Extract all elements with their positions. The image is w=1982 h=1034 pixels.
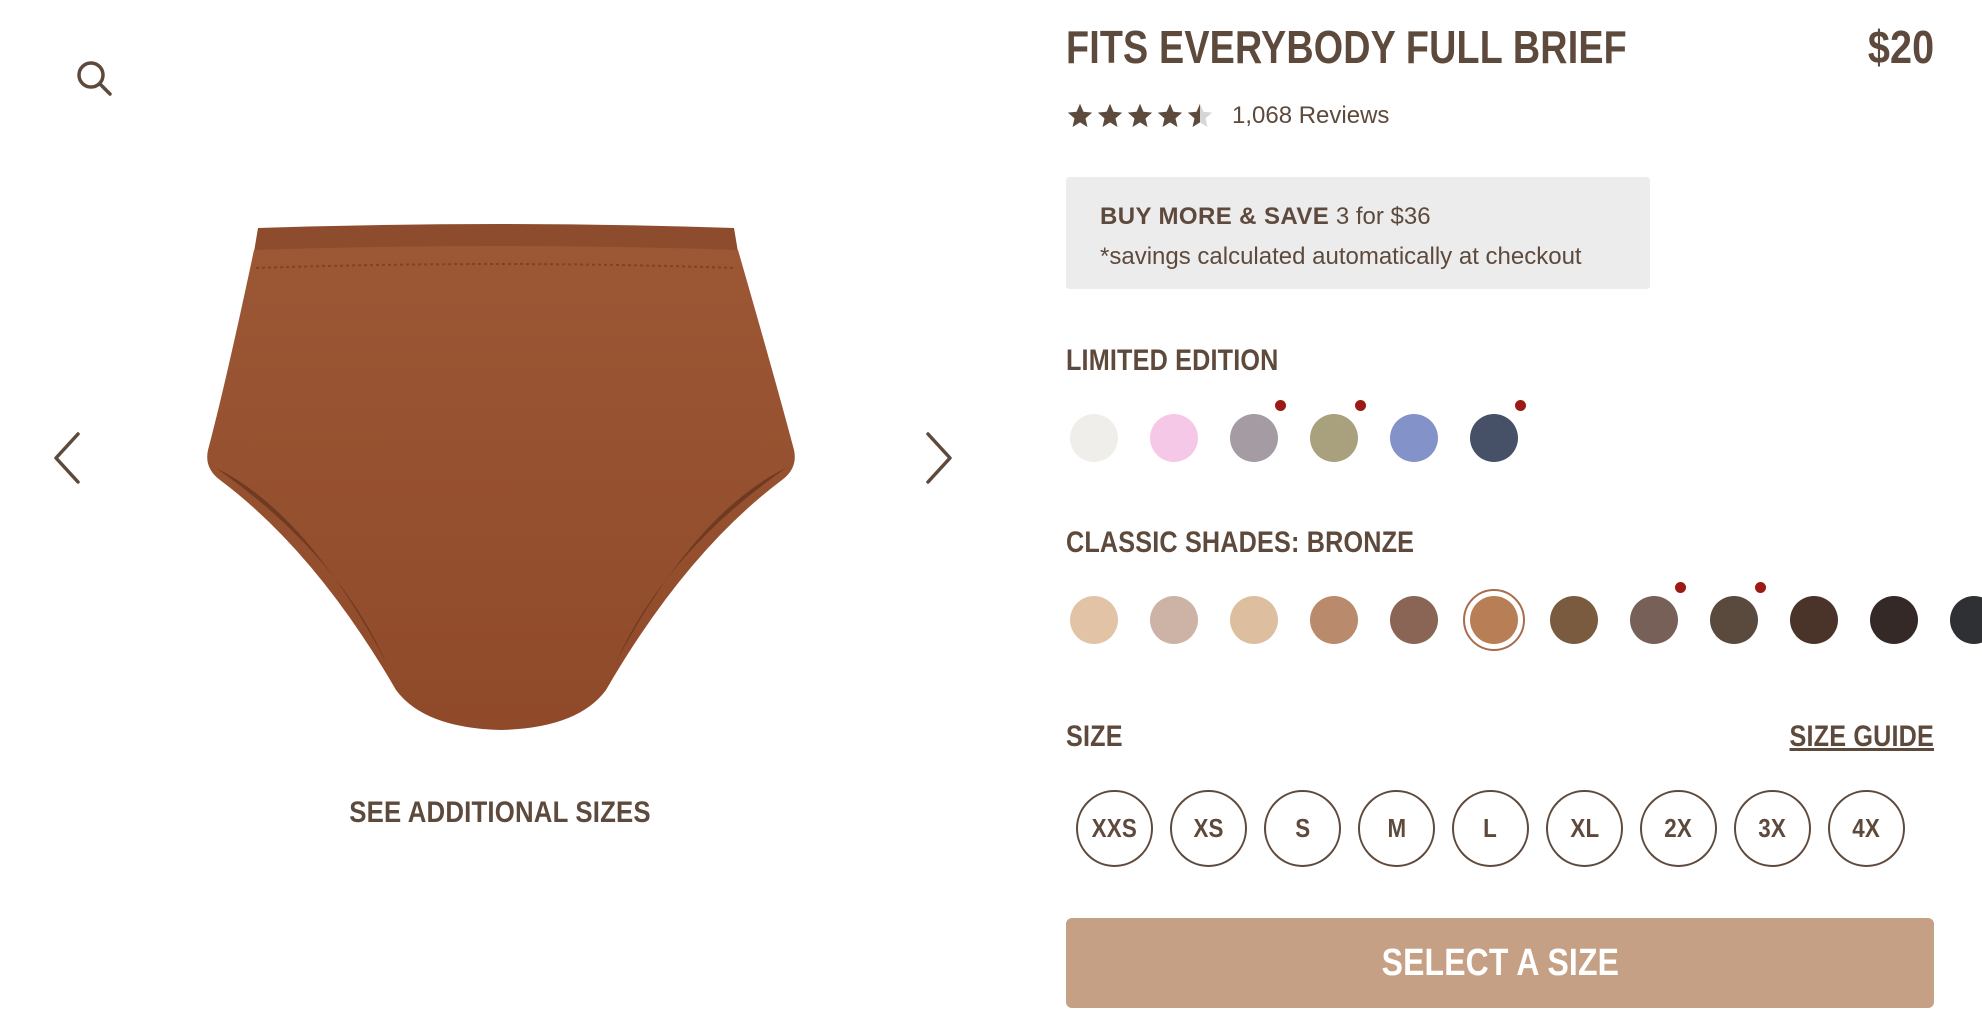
new-indicator-dot bbox=[1275, 400, 1286, 411]
size-options: XXS XS S M L XL 2X 3X 4X bbox=[1076, 790, 1905, 867]
swatch-color bbox=[1070, 414, 1118, 462]
swatch-color bbox=[1390, 596, 1438, 644]
reviews-link[interactable]: 1,068 Reviews bbox=[1232, 102, 1389, 130]
classic-shade-swatch[interactable] bbox=[1310, 596, 1358, 644]
classic-shade-swatch[interactable] bbox=[1230, 596, 1278, 644]
swatch-color bbox=[1950, 596, 1982, 644]
star-icon bbox=[1127, 103, 1153, 127]
classic-shade-swatch[interactable] bbox=[1070, 596, 1118, 644]
search-icon[interactable] bbox=[74, 58, 114, 98]
limited-edition-swatch[interactable] bbox=[1070, 414, 1118, 462]
size-option-xxs[interactable]: XXS bbox=[1076, 790, 1153, 867]
promo-line: BUY MORE & SAVE 3 for $36 bbox=[1100, 197, 1616, 237]
new-indicator-dot bbox=[1675, 582, 1686, 593]
star-icon bbox=[1157, 103, 1183, 127]
rating: 1,068 Reviews bbox=[1066, 102, 1389, 130]
chevron-left-icon[interactable] bbox=[48, 428, 88, 488]
limited-edition-swatches bbox=[1066, 400, 1526, 466]
size-option-label: 2X bbox=[1664, 813, 1693, 843]
swatch-color bbox=[1070, 596, 1118, 644]
size-option-label: XS bbox=[1193, 813, 1224, 843]
size-option-label: XXS bbox=[1091, 813, 1138, 843]
size-option-4x[interactable]: 4X bbox=[1828, 790, 1905, 867]
size-option-l[interactable]: L bbox=[1452, 790, 1529, 867]
swatch-color bbox=[1870, 596, 1918, 644]
size-option-label: L bbox=[1483, 813, 1498, 843]
limited-edition-swatch[interactable] bbox=[1150, 414, 1198, 462]
size-option-2x[interactable]: 2X bbox=[1640, 790, 1717, 867]
product-title: FITS EVERYBODY FULL BRIEF bbox=[1066, 21, 1627, 73]
size-option-label: 3X bbox=[1758, 813, 1787, 843]
swatch-color bbox=[1630, 596, 1678, 644]
swatch-color bbox=[1150, 414, 1198, 462]
size-option-xs[interactable]: XS bbox=[1170, 790, 1247, 867]
swatch-color bbox=[1550, 596, 1598, 644]
classic-shade-swatch[interactable] bbox=[1150, 596, 1198, 644]
classic-shade-swatch[interactable] bbox=[1630, 582, 1686, 644]
swatch-color bbox=[1790, 596, 1838, 644]
select-size-button[interactable]: SELECT A SIZE bbox=[1066, 918, 1934, 1008]
size-guide-link[interactable]: SIZE GUIDE bbox=[1789, 720, 1934, 754]
swatch-color bbox=[1150, 596, 1198, 644]
classic-shade-swatch[interactable] bbox=[1463, 589, 1525, 651]
new-indicator-dot bbox=[1355, 400, 1366, 411]
size-option-xl[interactable]: XL bbox=[1546, 790, 1623, 867]
classic-shade-swatch[interactable] bbox=[1790, 596, 1838, 644]
limited-edition-label: LIMITED EDITION bbox=[1066, 344, 1279, 377]
swatch-color bbox=[1230, 414, 1278, 462]
classic-shade-swatch[interactable] bbox=[1550, 596, 1598, 644]
star-icon bbox=[1187, 103, 1213, 127]
swatch-color bbox=[1310, 596, 1358, 644]
select-size-label: SELECT A SIZE bbox=[1381, 941, 1619, 984]
size-option-3x[interactable]: 3X bbox=[1734, 790, 1811, 867]
classic-shade-swatch[interactable] bbox=[1870, 596, 1918, 644]
promo-offer: 3 for $36 bbox=[1329, 203, 1431, 230]
limited-edition-swatch[interactable] bbox=[1230, 400, 1286, 462]
size-option-label: S bbox=[1294, 813, 1311, 843]
size-option-label: M bbox=[1387, 813, 1406, 843]
limited-edition-swatch[interactable] bbox=[1470, 400, 1526, 462]
promo-headline: BUY MORE & SAVE bbox=[1100, 203, 1330, 230]
size-label: SIZE bbox=[1066, 720, 1123, 753]
classic-shades-label: CLASSIC SHADES: BRONZE bbox=[1066, 526, 1415, 559]
classic-shade-swatch[interactable] bbox=[1950, 596, 1982, 644]
size-option-m[interactable]: M bbox=[1358, 790, 1435, 867]
size-option-label: XL bbox=[1570, 813, 1599, 843]
swatch-color bbox=[1390, 414, 1438, 462]
limited-edition-swatch[interactable] bbox=[1310, 400, 1366, 462]
swatch-color bbox=[1710, 596, 1758, 644]
promo-banner: BUY MORE & SAVE 3 for $36 *savings calcu… bbox=[1066, 177, 1650, 289]
size-option-label: 4X bbox=[1852, 813, 1881, 843]
swatch-color bbox=[1230, 596, 1278, 644]
chevron-right-icon[interactable] bbox=[918, 428, 958, 488]
product-price: $20 bbox=[1867, 21, 1934, 73]
new-indicator-dot bbox=[1515, 400, 1526, 411]
swatch-color bbox=[1310, 414, 1358, 462]
classic-shade-swatch[interactable] bbox=[1710, 582, 1766, 644]
classic-shades-swatches bbox=[1066, 582, 1982, 651]
see-additional-sizes-link[interactable]: SEE ADDITIONAL SIZES bbox=[328, 796, 672, 830]
swatch-color bbox=[1470, 414, 1518, 462]
rating-stars[interactable] bbox=[1066, 102, 1214, 130]
star-icon bbox=[1097, 103, 1123, 127]
classic-shade-swatch[interactable] bbox=[1390, 596, 1438, 644]
product-image bbox=[186, 222, 816, 742]
star-icon bbox=[1067, 103, 1093, 127]
size-option-s[interactable]: S bbox=[1264, 790, 1341, 867]
limited-edition-swatch[interactable] bbox=[1390, 414, 1438, 462]
swatch-color bbox=[1470, 596, 1518, 644]
promo-note: *savings calculated automatically at che… bbox=[1100, 243, 1582, 270]
new-indicator-dot bbox=[1755, 582, 1766, 593]
